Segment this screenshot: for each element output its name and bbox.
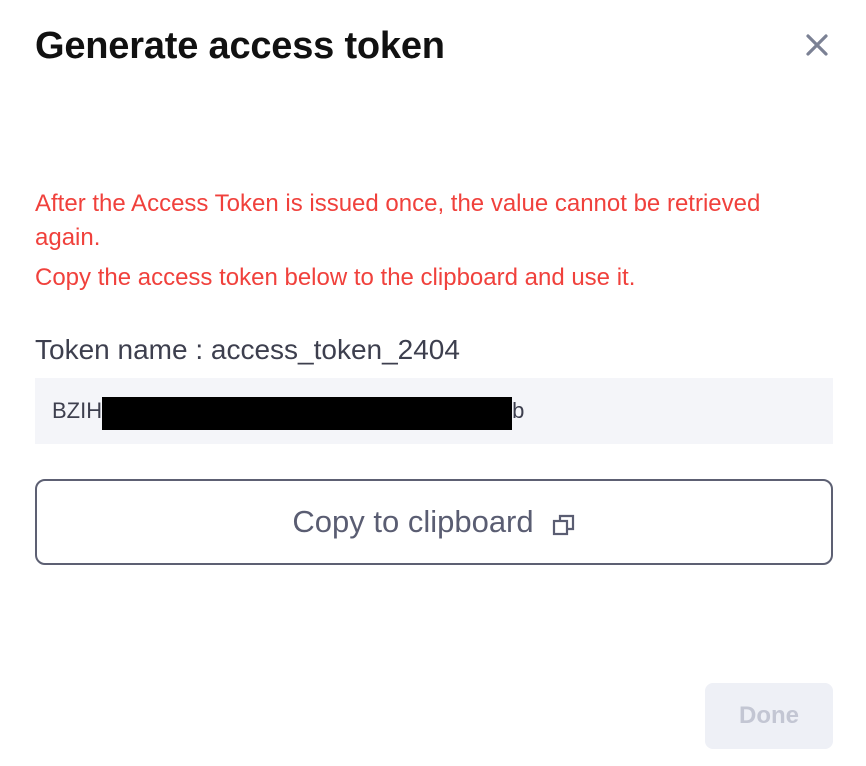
generate-token-dialog: Generate access token After the Access T…: [0, 0, 866, 766]
copy-to-clipboard-button[interactable]: Copy to clipboard: [35, 479, 833, 565]
dialog-title: Generate access token: [35, 25, 445, 67]
warning-message: After the Access Token is issued once, t…: [35, 187, 815, 295]
close-button[interactable]: [798, 28, 836, 66]
copy-icon: [552, 513, 576, 537]
warning-line-1: After the Access Token is issued once, t…: [35, 190, 761, 251]
token-value-field[interactable]: BZIH b: [35, 378, 833, 444]
warning-line-2: Copy the access token below to the clipb…: [35, 264, 636, 291]
token-value-suffix: b: [512, 398, 525, 423]
token-name-label: Token name : access_token_2404: [35, 334, 460, 365]
done-button[interactable]: Done: [705, 683, 833, 749]
close-icon: [805, 33, 829, 62]
copy-button-label: Copy to clipboard: [292, 504, 534, 539]
token-value-prefix: BZIH: [52, 398, 103, 423]
token-redaction: [102, 396, 513, 430]
